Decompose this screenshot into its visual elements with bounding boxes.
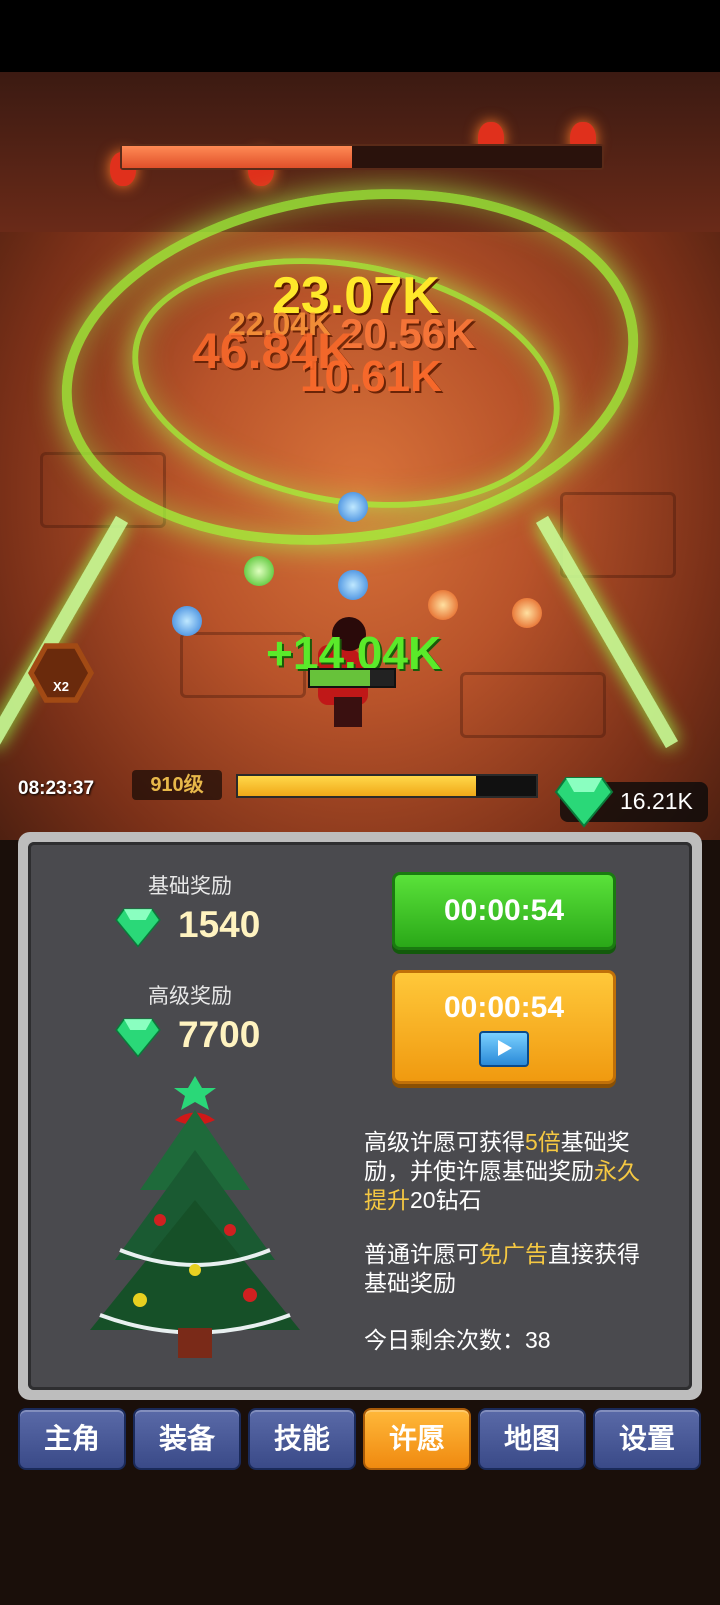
hero-health-bar — [308, 668, 396, 688]
advanced-wish-description: 高级许愿可获得5倍基础奖励，并使许愿基础奖励永久提升20钻石 — [364, 1129, 640, 1213]
boss-health-bar — [120, 144, 604, 170]
advanced-reward-value: 7700 — [178, 1014, 261, 1055]
experience-bar — [236, 774, 538, 798]
hero-health-fill — [310, 670, 371, 686]
gem-icon — [115, 908, 161, 948]
tab-settings[interactable]: 设置 — [593, 1408, 701, 1470]
basic-reward-value: 1540 — [178, 904, 261, 945]
buff-multiplier: X2 — [34, 648, 88, 698]
tab-skills[interactable]: 技能 — [248, 1408, 356, 1470]
tab-map[interactable]: 地图 — [478, 1408, 586, 1470]
status-bar — [0, 0, 720, 72]
ice-orb-icon — [172, 606, 202, 636]
bottom-nav: 主角 装备 技能 许愿 地图 设置 — [18, 1408, 702, 1470]
floor-tile — [460, 672, 606, 738]
basic-wish-button[interactable]: 00:00:54 — [392, 872, 616, 950]
damage-number: 10.61K — [300, 352, 442, 401]
tab-hero[interactable]: 主角 — [18, 1408, 126, 1470]
gem-count: 16.21K — [620, 788, 693, 814]
fire-orb-icon — [428, 590, 458, 620]
nature-orb-icon — [244, 556, 274, 586]
double-reward-buff[interactable]: X2 — [28, 640, 94, 706]
damage-number: 20.56K — [340, 310, 476, 357]
tab-equipment[interactable]: 装备 — [133, 1408, 241, 1470]
gem-icon — [554, 777, 614, 828]
ice-orb-icon — [338, 570, 368, 600]
fire-orb-icon — [512, 598, 542, 628]
tab-wish[interactable]: 许愿 — [363, 1408, 471, 1470]
advanced-wish-button[interactable]: 00:00:54 — [392, 970, 616, 1084]
basic-wish-description: 普通许愿可免广告直接获得基础奖励 — [364, 1241, 640, 1296]
boss-health-fill — [122, 146, 353, 168]
level-badge: 910级 — [132, 770, 222, 800]
lightning-bolt-effect — [0, 515, 129, 749]
video-ad-icon — [479, 1031, 529, 1067]
floor-tile — [560, 492, 676, 578]
ice-orb-icon — [338, 492, 368, 522]
basic-reward-label: 基础奖励 — [148, 875, 232, 898]
gem-icon — [115, 1018, 161, 1058]
christmas-tree-image — [90, 1076, 300, 1358]
battle-scene — [0, 72, 720, 840]
remaining-wishes: 今日剩余次数：38 — [364, 1327, 551, 1353]
experience-fill — [238, 776, 477, 796]
advanced-reward-label: 高级奖励 — [148, 985, 232, 1008]
advanced-wish-timer: 00:00:54 — [443, 991, 565, 1024]
